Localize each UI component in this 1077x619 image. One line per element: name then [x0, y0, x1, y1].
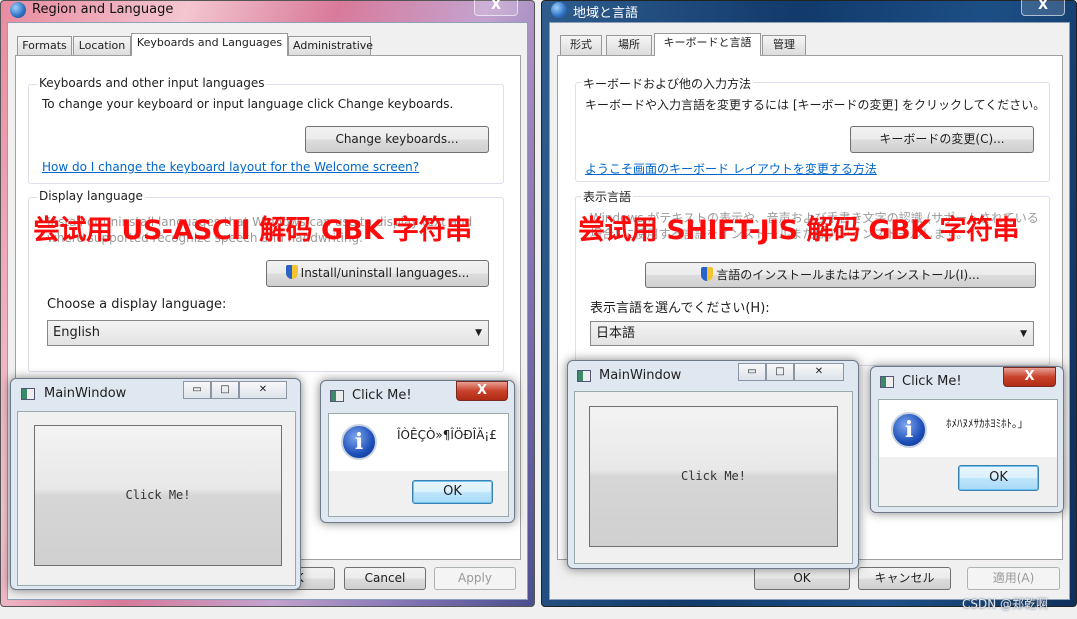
install-languages-button[interactable]: Install/uninstall languages...: [266, 260, 489, 287]
button-label: 言語のインストールまたはアンインストール(I)...: [716, 268, 980, 282]
click-me-button[interactable]: Click Me!: [589, 406, 838, 547]
choose-language-label: Choose a display language:: [47, 297, 227, 312]
group-title: Keyboards and other input languages: [37, 76, 267, 90]
cancel-button[interactable]: キャンセル: [858, 567, 951, 590]
main-window: MainWindow ▭ □ ✕ Click Me!: [10, 378, 301, 590]
watermark: CSDN @郑乾啊: [962, 597, 1049, 611]
install-languages-button[interactable]: 言語のインストールまたはアンインストール(I)...: [645, 262, 1036, 288]
overlay-caption: 尝试用 SHIFT-JIS 解码 GBK 字符串: [578, 215, 1020, 246]
tab-administrative[interactable]: Administrative: [288, 36, 373, 56]
overlay-caption: 尝试用 US-ASCII 解码 GBK 字符串: [33, 215, 472, 246]
window-title: Region and Language: [32, 2, 174, 17]
app-icon: [330, 390, 344, 402]
group-title: Display language: [37, 189, 145, 203]
close-button[interactable]: ✕: [239, 381, 287, 399]
ok-button[interactable]: OK: [754, 567, 850, 590]
globe-icon: [10, 2, 26, 18]
app-icon: [577, 370, 591, 382]
close-button[interactable]: X: [1003, 367, 1056, 387]
minimize-button[interactable]: ▭: [738, 363, 766, 381]
group-title: 表示言語: [581, 188, 634, 205]
apply-button[interactable]: 適用(A): [967, 567, 1060, 590]
tab-keyboards-languages[interactable]: Keyboards and Languages: [131, 33, 288, 56]
ok-button[interactable]: OK: [412, 480, 493, 504]
tab-formats[interactable]: 形式: [560, 35, 602, 55]
close-button[interactable]: X: [1021, 0, 1065, 16]
welcome-keyboard-link[interactable]: How do I change the keyboard layout for …: [42, 160, 419, 174]
change-keyboards-button[interactable]: キーボードの変更(C)...: [850, 126, 1034, 153]
tab-location[interactable]: Location: [73, 36, 131, 56]
dialog-title: Click Me!: [902, 374, 962, 389]
tab-formats[interactable]: Formats: [17, 36, 72, 56]
ok-button[interactable]: OK: [958, 465, 1039, 491]
button-label: Install/uninstall languages...: [300, 266, 470, 280]
message-box: Click Me! X i ÎÒÊÇÒ»¶ÎÖÐÎÄ¡£ OK: [320, 380, 515, 523]
tab-location[interactable]: 場所: [606, 35, 652, 55]
window-title: MainWindow: [44, 386, 127, 401]
apply-button[interactable]: Apply: [434, 567, 516, 590]
close-button[interactable]: ✕: [794, 363, 844, 381]
selected-value: English: [53, 325, 100, 340]
message-box: Click Me! X i ﾎﾒﾊﾇﾒｻｶﾎﾖﾐﾎﾄ｡｣ OK: [870, 366, 1064, 513]
app-icon: [21, 388, 35, 400]
message-text: ﾎﾒﾊﾇﾒｻｶﾎﾖﾐﾎﾄ｡｣: [946, 417, 1023, 430]
close-button[interactable]: X: [474, 0, 518, 16]
window-title: MainWindow: [599, 368, 682, 383]
choose-language-label: 表示言語を選んでください(H):: [590, 301, 770, 316]
welcome-keyboard-link[interactable]: ようこそ画面のキーボード レイアウトを変更する方法: [585, 160, 877, 177]
tab-administrative[interactable]: 管理: [762, 35, 806, 55]
main-window: MainWindow ▭ □ ✕ Click Me!: [567, 360, 859, 569]
click-me-button[interactable]: Click Me!: [34, 425, 282, 566]
globe-icon: [551, 2, 567, 18]
display-language-select[interactable]: 日本語 ▼: [590, 321, 1034, 346]
cancel-button[interactable]: Cancel: [344, 567, 426, 590]
tab-keyboards-languages[interactable]: キーボードと言語: [654, 33, 761, 56]
maximize-button[interactable]: □: [766, 363, 794, 381]
info-icon: i: [891, 412, 927, 448]
keyboards-desc: To change your keyboard or input languag…: [42, 97, 454, 111]
window-title: 地域と言語: [573, 6, 639, 21]
selected-value: 日本語: [596, 326, 636, 341]
change-keyboards-button[interactable]: Change keyboards...: [305, 126, 489, 153]
app-icon: [880, 376, 894, 388]
message-text: ÎÒÊÇÒ»¶ÎÖÐÎÄ¡£: [397, 428, 497, 442]
info-icon: i: [341, 424, 377, 460]
chevron-down-icon: ▼: [475, 328, 482, 338]
group-title: キーボードおよび他の入力方法: [581, 75, 754, 92]
display-language-select[interactable]: English ▼: [47, 320, 489, 346]
uac-shield-icon: [701, 267, 714, 281]
close-button[interactable]: X: [456, 381, 508, 401]
minimize-button[interactable]: ▭: [183, 381, 211, 399]
chevron-down-icon: ▼: [1020, 329, 1027, 339]
dialog-title: Click Me!: [352, 388, 412, 403]
uac-shield-icon: [285, 265, 298, 279]
maximize-button[interactable]: □: [211, 381, 239, 399]
keyboards-desc: キーボードや入力言語を変更するには [キーボードの変更] をクリックしてください…: [585, 98, 1046, 112]
